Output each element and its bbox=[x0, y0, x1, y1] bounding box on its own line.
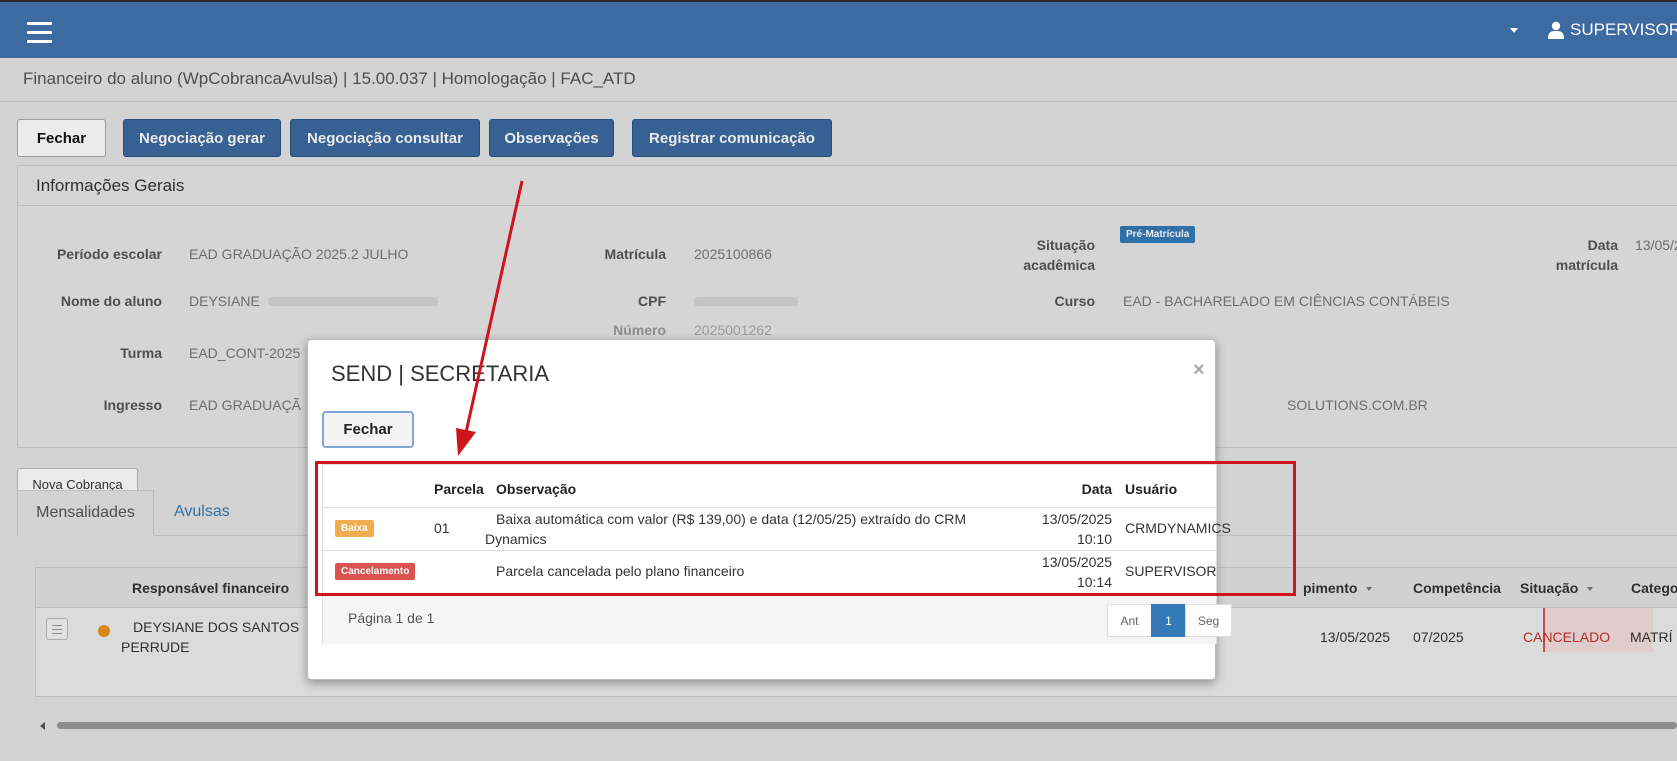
page-1-button[interactable]: 1 bbox=[1151, 604, 1186, 637]
close-icon[interactable]: × bbox=[1193, 359, 1205, 382]
highlight-box bbox=[315, 461, 1296, 596]
prev-page-button[interactable]: Ant bbox=[1107, 604, 1152, 637]
top-navbar: SUPERVISOR bbox=[0, 0, 1677, 58]
hamburger-menu-icon[interactable] bbox=[27, 22, 52, 43]
next-page-button[interactable]: Seg bbox=[1185, 604, 1232, 637]
modal-fechar-button[interactable]: Fechar bbox=[322, 411, 414, 448]
modal-title: SEND | SECRETARIA bbox=[331, 361, 550, 386]
user-menu-label[interactable]: SUPERVISOR bbox=[1570, 20, 1677, 40]
page-info: Página 1 de 1 bbox=[348, 610, 435, 626]
dropdown-caret-icon[interactable] bbox=[1510, 28, 1518, 33]
pagination-bar: Página 1 de 1 Ant 1 Seg bbox=[323, 593, 1232, 644]
user-icon bbox=[1548, 21, 1564, 39]
